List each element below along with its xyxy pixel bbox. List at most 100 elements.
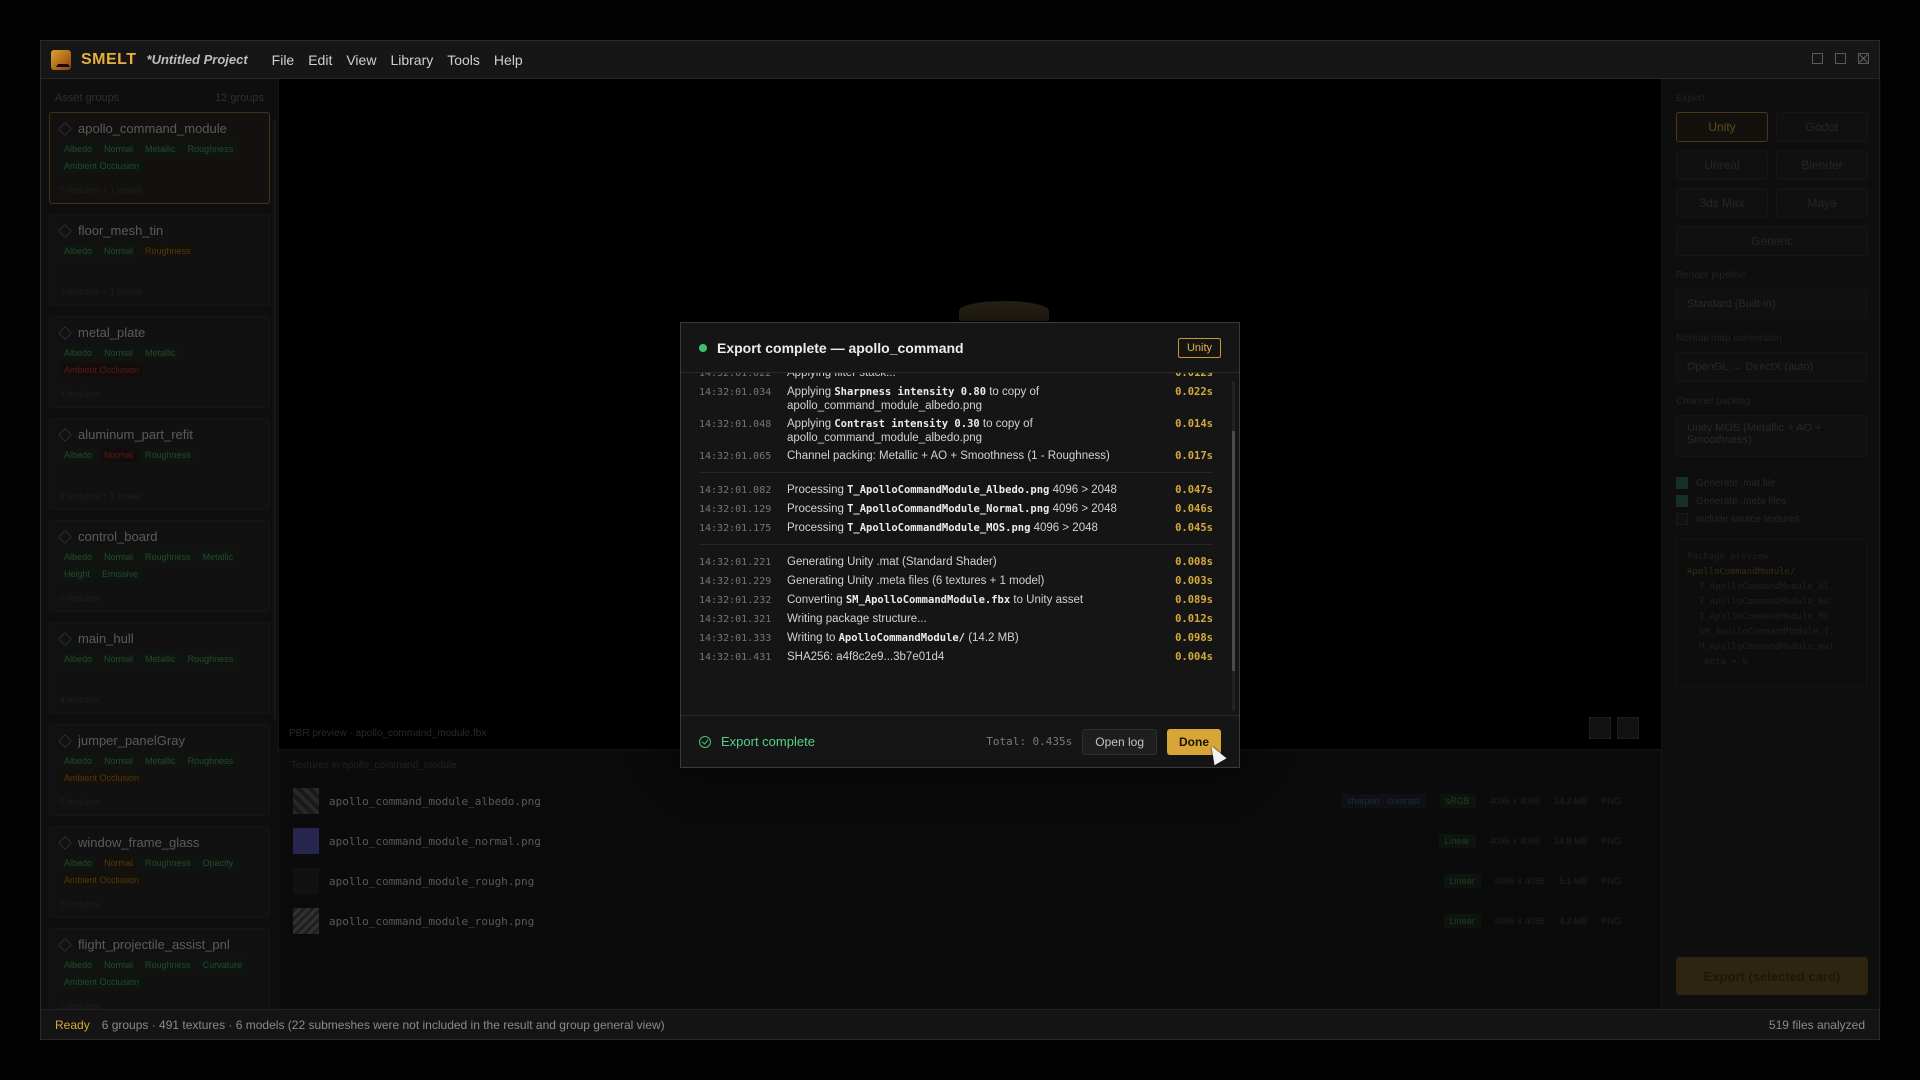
- map-tag: Metallic: [141, 652, 180, 666]
- log-timestamp: 14:32:01.175: [699, 523, 772, 534]
- generate-meta-checkbox[interactable]: Generate .meta files: [1676, 495, 1867, 507]
- asset-group-card[interactable]: jumper_panelGray Albedo Normal Metallic Roug…: [49, 724, 270, 816]
- export-selected-button[interactable]: Export (selected card): [1676, 957, 1868, 995]
- include-source-checkbox[interactable]: Include source textures: [1676, 513, 1867, 525]
- log-row: 14:32:01.333 Writing to ApolloCommandModu…: [699, 631, 1213, 646]
- log-code: T_ApolloCommandModule_MOS.png: [847, 522, 1031, 534]
- menu-file[interactable]: File: [270, 50, 297, 70]
- map-tag: Albedo: [60, 550, 97, 564]
- close-icon[interactable]: [1858, 53, 1869, 64]
- texture-row[interactable]: apollo_command_module_normal.png Linear 40…: [279, 821, 1661, 861]
- package-file: SM_ApolloCommandModule.f...: [1699, 627, 1846, 637]
- engine-blender[interactable]: Blender: [1776, 150, 1868, 180]
- log-row: 14:32:01.082 Processing T_ApolloCommandMo…: [699, 483, 1213, 498]
- check-circle-icon: [699, 735, 711, 748]
- engine-unreal[interactable]: Unreal: [1676, 150, 1768, 180]
- channel-packing-select[interactable]: Unity MOS (Metallic + AO + Smoothness): [1676, 415, 1867, 457]
- log-text: to Unity asset: [1010, 594, 1084, 606]
- map-tag: Roughness: [141, 856, 195, 870]
- sidebar-header: Asset groups 12 groups: [41, 79, 278, 112]
- asset-group-card[interactable]: flight_projectile_assist_pnl Albedo Normal…: [49, 928, 270, 1009]
- checkbox-on-icon: [1676, 495, 1688, 507]
- asset-group-card[interactable]: window_frame_glass Albedo Normal Roughness O…: [49, 826, 270, 918]
- log-row: 14:32:01.034 Applying Sharpness intensity…: [699, 385, 1213, 413]
- zoom-icon[interactable]: [1589, 717, 1611, 739]
- scroll-thumb[interactable]: [1232, 431, 1235, 671]
- smelt-logo-icon: [51, 49, 71, 70]
- texture-name: apollo_command_module_albedo.png: [329, 794, 541, 808]
- log-duration: 0.014s: [1175, 418, 1213, 430]
- log-scrollbar[interactable]: [1232, 381, 1235, 711]
- render-pipeline-label: Render pipeline: [1676, 270, 1747, 281]
- asset-group-icon: [57, 529, 73, 544]
- asset-group-card[interactable]: metal_plate Albedo Normal Metallic Ambient O…: [49, 316, 270, 408]
- group-name: metal_plate: [78, 325, 146, 340]
- asset-group-card[interactable]: main_hull Albedo Normal Metallic Roughness 4 …: [49, 622, 270, 714]
- group-name: jumper_panelGray: [78, 733, 185, 748]
- engine-generic[interactable]: Generic: [1676, 226, 1868, 256]
- texture-format: PNG: [1601, 796, 1621, 806]
- asset-group-card[interactable]: floor_mesh_tin Albedo Normal Roughness 3 tex…: [49, 214, 270, 306]
- engine-godot[interactable]: Godot: [1776, 112, 1868, 142]
- export-log[interactable]: 14:32:01.022 Applying filter stack... 0.01…: [681, 373, 1237, 717]
- engine-unity[interactable]: Unity: [1676, 112, 1768, 142]
- group-name: main_hull: [78, 631, 134, 646]
- sidebar-scrollbar[interactable]: [273, 119, 276, 719]
- dialog-footer: Export complete Total: 0.435s Open log D…: [681, 715, 1239, 767]
- group-meta: 4 textures: [60, 389, 100, 399]
- asset-group-card[interactable]: control_board Albedo Normal Roughness Metall…: [49, 520, 270, 612]
- texture-meta: sharpen · contrast sRGB 4096 × 4096 14.2 MB…: [1341, 794, 1621, 808]
- engine-maya[interactable]: Maya: [1776, 188, 1868, 218]
- export-status-text: Export complete: [721, 734, 815, 749]
- log-text: Applying: [787, 418, 835, 430]
- menu-view[interactable]: View: [344, 50, 378, 70]
- checkbox-label: Include source textures: [1696, 513, 1800, 525]
- texture-row[interactable]: apollo_command_module_rough.png Linear 409…: [279, 861, 1661, 901]
- project-name: *Untitled Project: [146, 52, 248, 67]
- log-message: Processing T_ApolloCommandModule_Albedo.…: [787, 483, 1169, 497]
- menu-library[interactable]: Library: [388, 50, 435, 70]
- render-pipeline-select[interactable]: Standard (Built-in): [1676, 289, 1867, 319]
- asset-group-card[interactable]: apollo_command_module Albedo Normal Metalli…: [49, 112, 270, 204]
- group-title: aluminum_part_refit: [57, 427, 259, 442]
- package-file: M_ApolloCommandModule.mat: [1699, 642, 1835, 652]
- map-tag: Albedo: [60, 244, 97, 258]
- group-name: apollo_command_module: [78, 121, 227, 136]
- texture-row[interactable]: apollo_command_module_rough.png Linear 409…: [279, 901, 1661, 941]
- menu-help[interactable]: Help: [492, 50, 525, 70]
- model-preview: [959, 301, 1049, 321]
- log-text: Applying filter stack...: [787, 373, 896, 379]
- engine-grid: Unity Godot Unreal Blender 3ds Max Maya …: [1662, 112, 1881, 256]
- log-code: Contrast intensity 0.30: [834, 418, 980, 430]
- log-text: SHA256: a4f8c2e9...3b7e01d4: [787, 651, 945, 663]
- group-name: control_board: [78, 529, 158, 544]
- engine-3dsmax[interactable]: 3ds Max: [1676, 188, 1768, 218]
- map-tags: Albedo Normal Roughness: [60, 448, 259, 462]
- group-name: aluminum_part_refit: [78, 427, 193, 442]
- log-text: (14.2 MB): [965, 632, 1019, 644]
- texture-row[interactable]: apollo_command_module_albedo.png sharpen …: [279, 781, 1661, 821]
- map-tag: Roughness: [141, 448, 195, 462]
- menu-tools[interactable]: Tools: [445, 50, 482, 70]
- log-text: Writing to: [787, 632, 839, 644]
- map-tag: Opacity: [198, 856, 238, 870]
- package-file: T_ApolloCommandModule_MO...: [1699, 612, 1846, 622]
- add-icon[interactable]: [1617, 717, 1639, 739]
- app-name: SMELT: [81, 50, 137, 68]
- texture-name: apollo_command_module_rough.png: [329, 874, 535, 888]
- log-code: ApolloCommandModule/: [838, 632, 965, 644]
- map-tag: Curvature: [198, 958, 247, 972]
- log-timestamp: 14:32:01.431: [699, 652, 772, 663]
- asset-group-card[interactable]: aluminum_part_refit Albedo Normal Roughness…: [49, 418, 270, 510]
- generate-mat-checkbox[interactable]: Generate .mat file: [1676, 477, 1867, 489]
- asset-groups-sidebar: Asset groups 12 groups apollo_command_mo…: [41, 79, 279, 1009]
- open-log-button[interactable]: Open log: [1082, 728, 1157, 755]
- normal-map-select[interactable]: OpenGL → DirectX (auto): [1676, 352, 1867, 382]
- group-name: window_frame_glass: [78, 835, 200, 850]
- texture-format: PNG: [1601, 836, 1621, 846]
- group-meta: 5 textures + 1 model: [60, 185, 142, 195]
- maximize-icon[interactable]: [1835, 53, 1846, 64]
- map-tag: Metallic: [198, 550, 238, 564]
- minimize-icon[interactable]: [1812, 53, 1823, 64]
- menu-edit[interactable]: Edit: [306, 50, 334, 70]
